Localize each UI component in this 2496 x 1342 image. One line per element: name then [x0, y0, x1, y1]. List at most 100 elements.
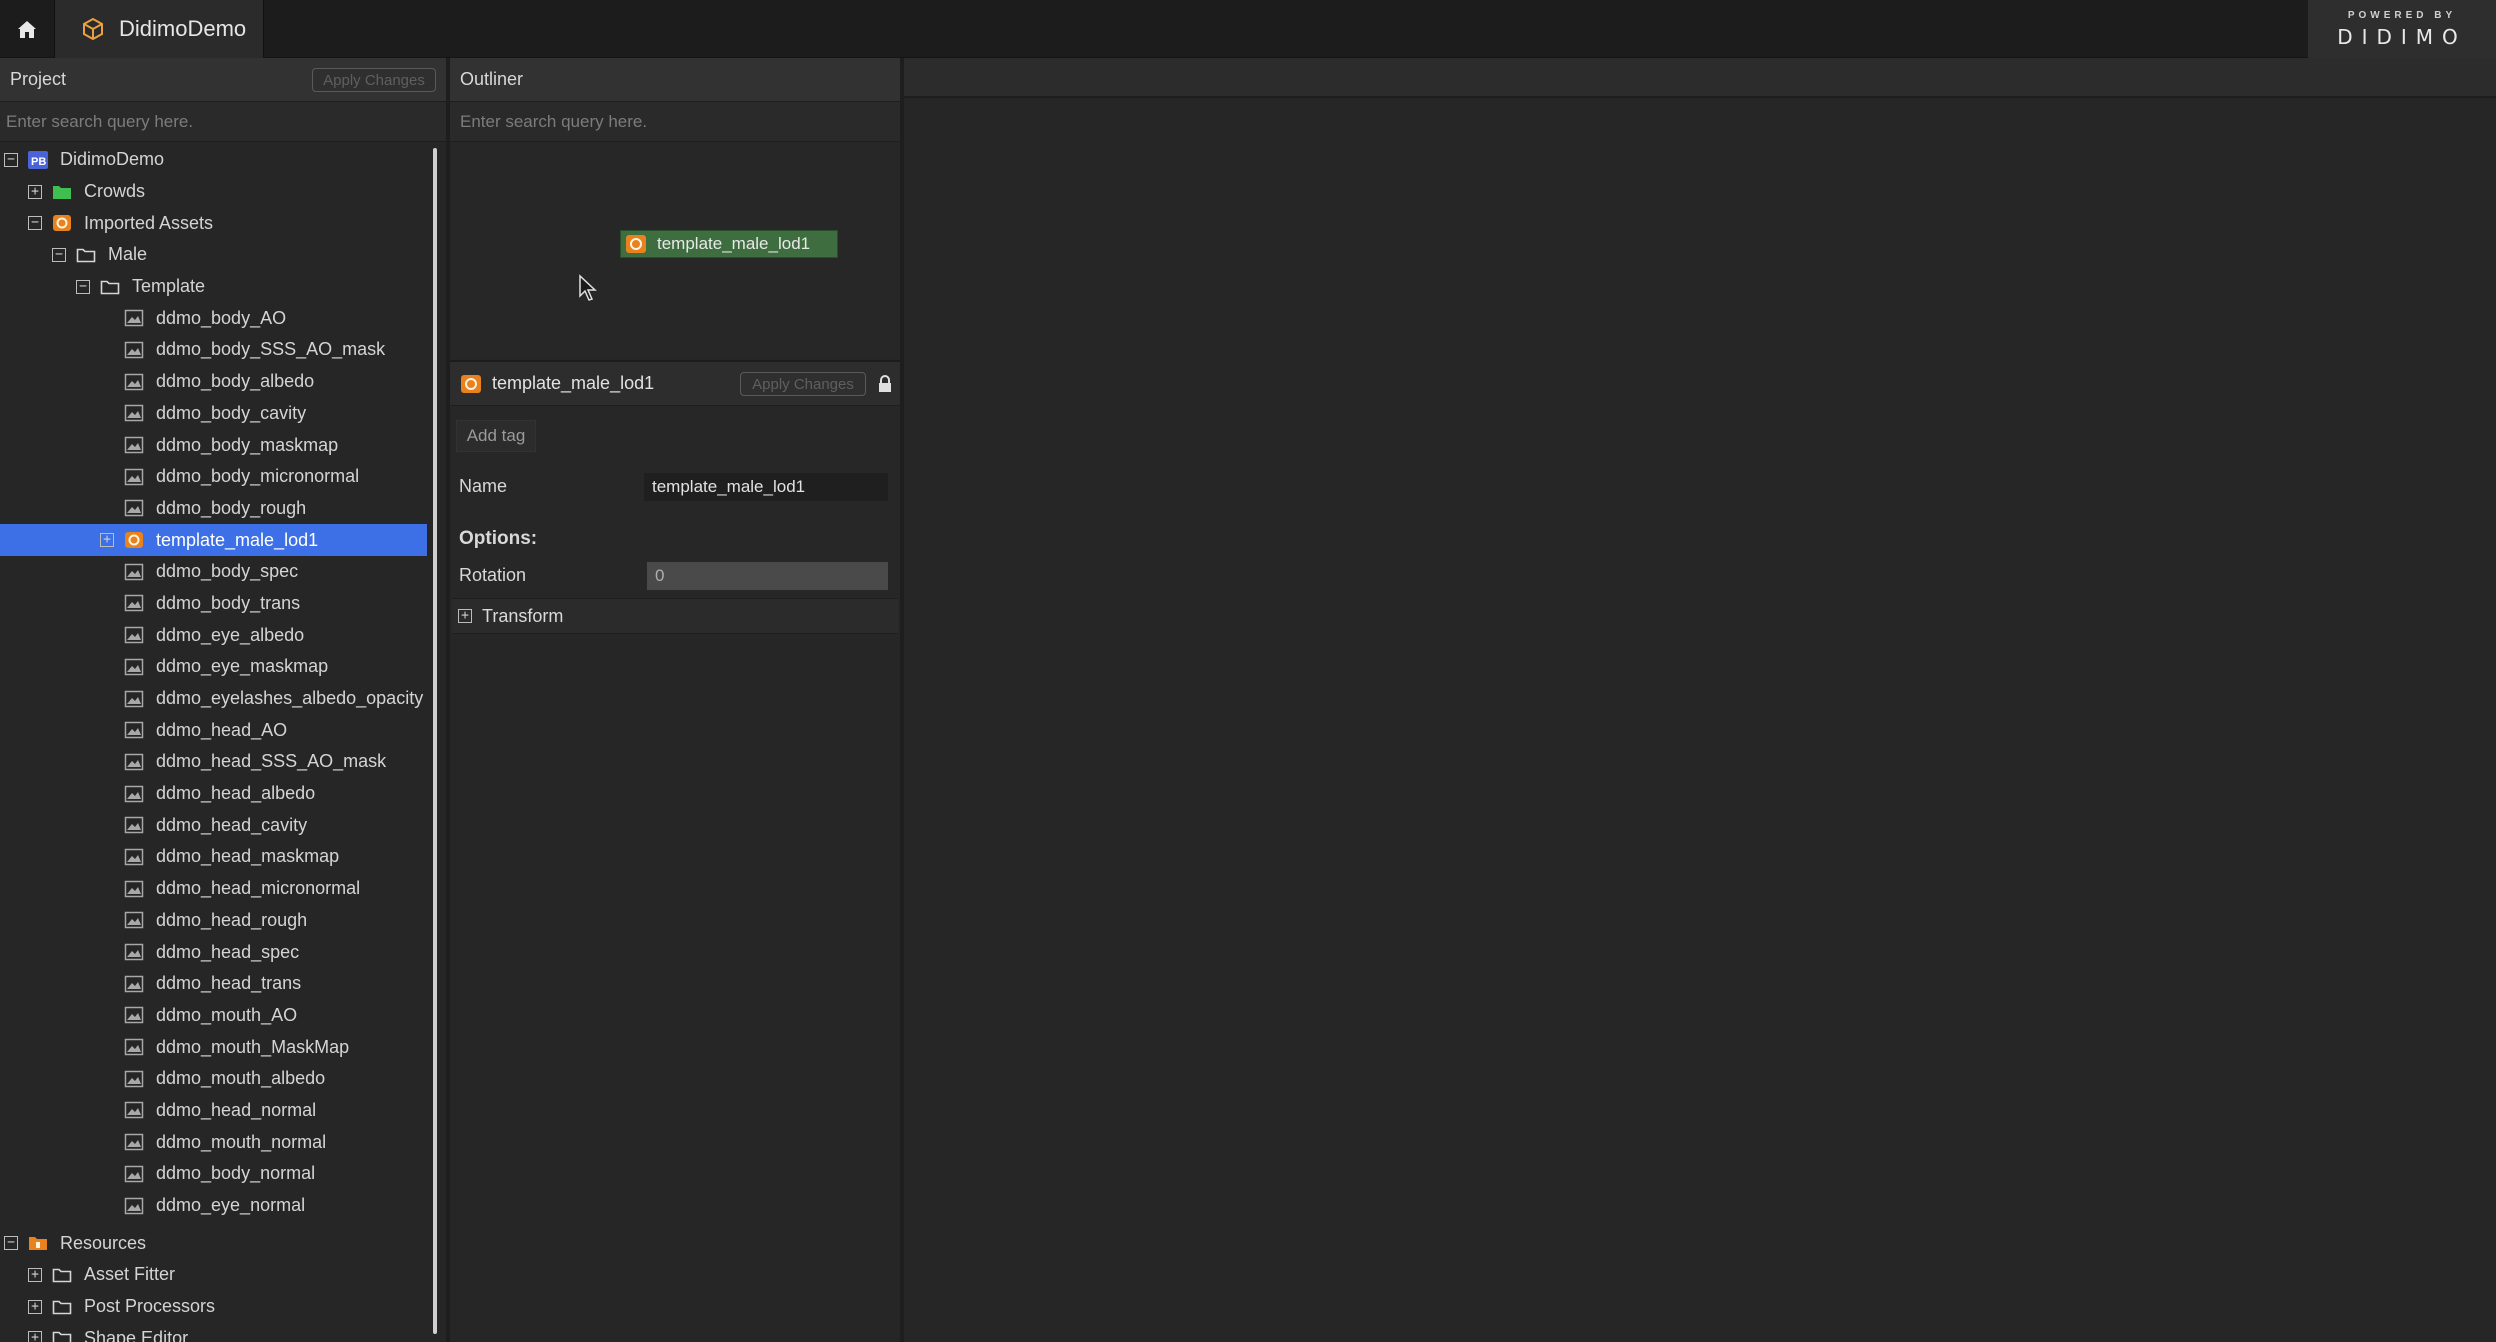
- top-bar: DidimoDemo POWERED BY DIDIMO: [0, 0, 2496, 58]
- texture-icon: [124, 626, 144, 644]
- tree-item[interactable]: ddmo_head_SSS_AO_mask: [0, 746, 436, 778]
- transform-section-toggle[interactable]: + Transform: [452, 598, 898, 634]
- app-tab[interactable]: DidimoDemo: [54, 0, 264, 58]
- texture-icon: [124, 563, 144, 581]
- tree-item[interactable]: ddmo_head_micronormal: [0, 873, 436, 905]
- project-search-input[interactable]: Enter search query here.: [0, 102, 446, 142]
- outliner-node[interactable]: template_male_lod1: [620, 230, 838, 258]
- tree-item[interactable]: ddmo_mouth_normal: [0, 1126, 436, 1158]
- tree-item-label: Shape Editor: [84, 1327, 189, 1342]
- tree-item[interactable]: − Resources: [0, 1227, 436, 1259]
- tree-item-label: ddmo_mouth_AO: [156, 1004, 298, 1025]
- tree-item[interactable]: ddmo_body_AO: [0, 302, 436, 334]
- orange-asset-icon: [52, 214, 72, 232]
- tree-item[interactable]: ddmo_head_normal: [0, 1095, 436, 1127]
- app-window: DidimoDemo POWERED BY DIDIMO Project App…: [0, 0, 2496, 1342]
- tree-item-label: Resources: [60, 1232, 147, 1253]
- texture-icon: [124, 690, 144, 708]
- tree-item[interactable]: ddmo_body_micronormal: [0, 461, 436, 493]
- texture-icon: [124, 373, 144, 391]
- tree-item[interactable]: ddmo_body_cavity: [0, 398, 436, 430]
- brand-logo: POWERED BY DIDIMO: [2308, 0, 2496, 58]
- viewport-header: [904, 58, 2496, 98]
- tree-item[interactable]: − PB DidimoDemo: [0, 144, 436, 176]
- tree-item-label: Male: [108, 244, 148, 265]
- expand-icon[interactable]: +: [28, 1331, 42, 1342]
- texture-icon: [124, 975, 144, 993]
- tree-item-label: ddmo_body_SSS_AO_mask: [156, 339, 386, 360]
- tree-item[interactable]: ddmo_eye_normal: [0, 1190, 436, 1222]
- inspector-apply-changes-button[interactable]: Apply Changes: [740, 372, 866, 396]
- tree-item[interactable]: ddmo_head_albedo: [0, 778, 436, 810]
- tree-item[interactable]: − Imported Assets: [0, 207, 436, 239]
- tree-item[interactable]: ddmo_head_AO: [0, 714, 436, 746]
- cube-icon: [83, 17, 103, 41]
- outliner-search-input[interactable]: Enter search query here.: [450, 102, 900, 142]
- tree-item-label: ddmo_eyelashes_albedo_opacity: [156, 688, 424, 709]
- tree-item[interactable]: ddmo_body_albedo: [0, 366, 436, 398]
- viewport[interactable]: [904, 58, 2496, 1342]
- brand-logo-text: DIDIMO: [2337, 24, 2467, 49]
- asset-icon: [461, 374, 481, 393]
- collapse-icon[interactable]: −: [76, 279, 90, 294]
- tree-item[interactable]: ddmo_body_trans: [0, 588, 436, 620]
- expand-icon[interactable]: +: [28, 184, 42, 199]
- tree-item-label: ddmo_head_trans: [156, 973, 302, 994]
- add-tag-button[interactable]: Add tag: [456, 420, 536, 452]
- tree-item[interactable]: ddmo_body_SSS_AO_mask: [0, 334, 436, 366]
- orange-asset-icon: [124, 531, 144, 549]
- home-button[interactable]: [0, 0, 54, 58]
- rotation-input[interactable]: 0: [647, 562, 888, 590]
- tree-item[interactable]: ddmo_body_spec: [0, 556, 436, 588]
- tree-item-label: ddmo_body_micronormal: [156, 466, 360, 487]
- tree-item-label: ddmo_mouth_albedo: [156, 1068, 326, 1089]
- project-scrollbar[interactable]: [433, 148, 437, 1334]
- orange-folder-icon: [28, 1234, 48, 1252]
- expand-icon[interactable]: +: [28, 1267, 42, 1282]
- tree-item[interactable]: + Post Processors: [0, 1291, 436, 1323]
- tree-item[interactable]: ddmo_body_maskmap: [0, 429, 436, 461]
- tree-item[interactable]: ddmo_eye_albedo: [0, 619, 436, 651]
- tree-item[interactable]: + Crowds: [0, 176, 436, 208]
- tree-item[interactable]: ddmo_body_normal: [0, 1158, 436, 1190]
- tree-item[interactable]: ddmo_body_rough: [0, 493, 436, 525]
- tree-item[interactable]: + template_male_lod1: [0, 524, 427, 556]
- tree-item[interactable]: ddmo_mouth_MaskMap: [0, 1031, 436, 1063]
- texture-icon: [124, 1006, 144, 1024]
- name-input[interactable]: template_male_lod1: [644, 473, 888, 501]
- collapse-icon[interactable]: −: [4, 1236, 18, 1251]
- inspector-title: template_male_lod1: [492, 373, 655, 393]
- tree-item-label: ddmo_body_cavity: [156, 402, 307, 423]
- tree-item[interactable]: ddmo_eyelashes_albedo_opacity: [0, 683, 436, 715]
- tree-item[interactable]: ddmo_head_spec: [0, 936, 436, 968]
- texture-icon: [124, 341, 144, 359]
- tree-item[interactable]: ddmo_eye_maskmap: [0, 651, 436, 683]
- tree-item-label: ddmo_head_normal: [156, 1099, 317, 1120]
- tree-item-label: ddmo_body_trans: [156, 592, 301, 613]
- tree-item[interactable]: ddmo_head_trans: [0, 968, 436, 1000]
- collapse-icon[interactable]: −: [4, 152, 18, 167]
- project-apply-changes-button[interactable]: Apply Changes: [312, 68, 436, 92]
- tree-item[interactable]: ddmo_mouth_albedo: [0, 1063, 436, 1095]
- texture-icon: [124, 1038, 144, 1056]
- tree-item[interactable]: − Male: [0, 239, 436, 271]
- project-icon: PB: [28, 150, 48, 169]
- tree-item[interactable]: ddmo_head_cavity: [0, 809, 436, 841]
- expand-icon[interactable]: +: [28, 1299, 42, 1314]
- tree-item[interactable]: ddmo_head_rough: [0, 905, 436, 937]
- tree-item[interactable]: − Template: [0, 271, 436, 303]
- collapse-icon[interactable]: −: [52, 247, 66, 262]
- collapse-icon[interactable]: −: [28, 216, 42, 231]
- home-icon: [18, 21, 36, 38]
- tree-item[interactable]: ddmo_head_maskmap: [0, 841, 436, 873]
- texture-icon: [124, 1197, 144, 1215]
- tree-item-label: ddmo_head_maskmap: [156, 846, 340, 867]
- tree-item[interactable]: + Shape Editor: [0, 1322, 436, 1342]
- texture-icon: [124, 816, 144, 834]
- expand-icon[interactable]: +: [100, 533, 114, 548]
- lock-icon[interactable]: [878, 374, 892, 394]
- tree-item-label: template_male_lod1: [156, 529, 319, 550]
- tree-item[interactable]: + Asset Fitter: [0, 1259, 436, 1291]
- tree-item[interactable]: ddmo_mouth_AO: [0, 1000, 436, 1032]
- texture-icon: [124, 499, 144, 517]
